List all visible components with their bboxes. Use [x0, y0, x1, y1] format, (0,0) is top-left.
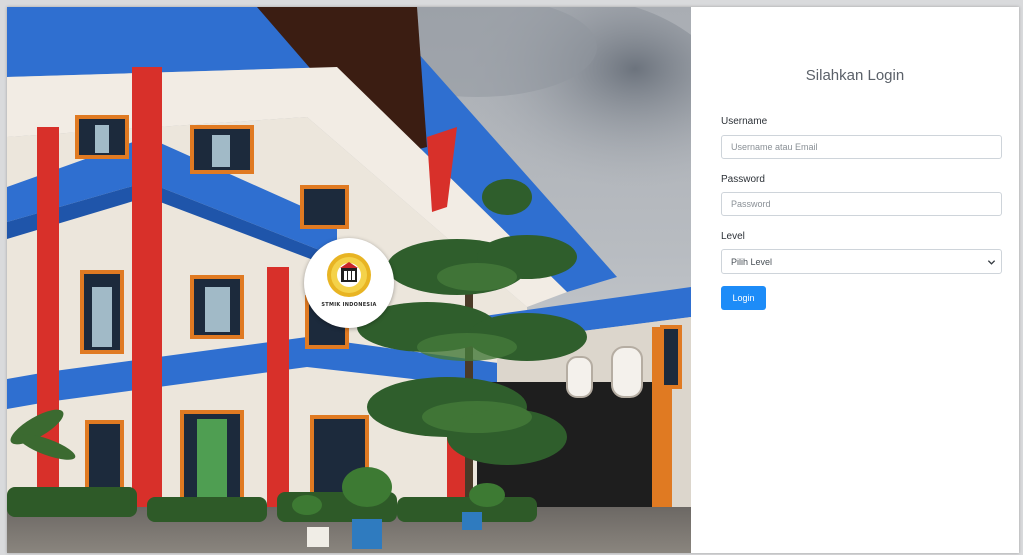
level-select-value: Pilih Level [731, 257, 773, 267]
username-label: Username [721, 116, 768, 127]
logo-caption: STMIK INDONESIA [321, 302, 377, 308]
chevron-down-icon [987, 260, 996, 265]
page-frame: STMIK INDONESIA Silahkan Login Username … [7, 7, 1019, 553]
login-button[interactable]: Login [721, 286, 766, 310]
login-title: Silahkan Login [805, 67, 905, 84]
campus-building-photo: STMIK INDONESIA [7, 7, 691, 553]
username-input[interactable] [721, 135, 1002, 159]
campus-logo: STMIK INDONESIA [304, 238, 394, 328]
campus-logo-icon [327, 253, 371, 297]
level-label: Level [721, 231, 745, 242]
login-panel: Silahkan Login Username Password Level P… [691, 7, 1019, 553]
level-select[interactable]: Pilih Level [721, 249, 1002, 274]
password-input[interactable] [721, 192, 1002, 216]
password-label: Password [721, 174, 765, 185]
